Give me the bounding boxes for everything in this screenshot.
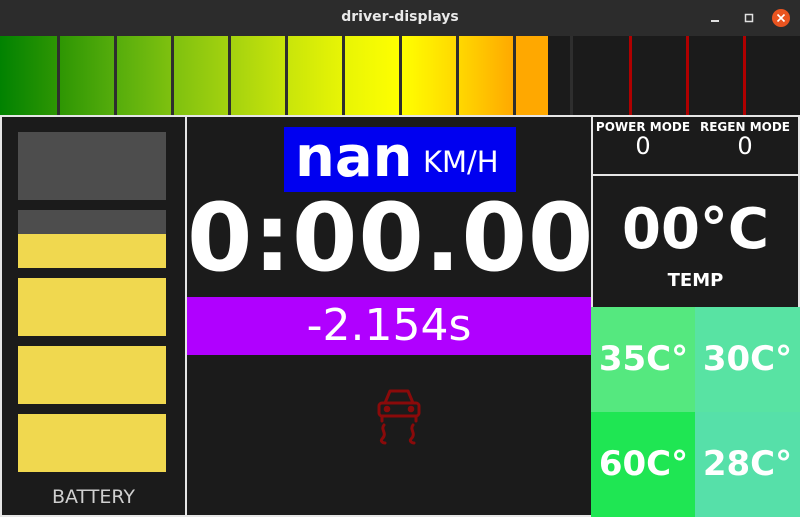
- rpm-redline-marker: [629, 36, 632, 115]
- rpm-shift-bar: [0, 36, 800, 115]
- rpm-segment: [60, 36, 115, 115]
- battery-cell: [18, 346, 166, 404]
- close-icon[interactable]: [772, 9, 790, 27]
- temp-label: TEMP: [667, 270, 724, 291]
- rpm-segment: [0, 36, 58, 115]
- minimize-icon[interactable]: [706, 9, 724, 27]
- rpm-redline-marker: [743, 36, 746, 115]
- power-mode: POWER MODE 0: [591, 120, 695, 158]
- battery-cell: [18, 278, 166, 336]
- title-bar: driver-displays: [0, 0, 800, 36]
- rpm-segment: [117, 36, 172, 115]
- rpm-segment: [516, 36, 548, 115]
- battery-label: BATTERY: [51, 486, 136, 508]
- temp-value: 00°C: [621, 197, 770, 262]
- battery-partial-cell-fill: [18, 234, 166, 268]
- rpm-divider: [570, 36, 573, 115]
- tire-temp-rear-left: 60C°: [591, 412, 696, 517]
- rpm-segment: [459, 36, 514, 115]
- battery-partial-cell-empty: [18, 210, 166, 234]
- speed-unit: KM/H: [423, 145, 499, 179]
- lap-delta: -2.154s: [187, 297, 591, 355]
- tire-temp-rear-right: 28C°: [695, 412, 800, 517]
- battery-empty-cell: [18, 132, 166, 200]
- lap-time: 0:00.00: [187, 184, 595, 293]
- regen-mode-value: 0: [737, 132, 753, 160]
- speed-value: nan: [295, 125, 413, 190]
- app-window: driver-displays BATTERY nan KM/H 0:00.00…: [0, 0, 800, 517]
- maximize-icon[interactable]: [740, 9, 758, 27]
- power-mode-value: 0: [635, 132, 651, 160]
- regen-mode: REGEN MODE 0: [693, 120, 797, 158]
- rpm-redline-marker: [686, 36, 689, 115]
- window-title: driver-displays: [341, 9, 459, 25]
- rpm-segment: [345, 36, 400, 115]
- battery-cell: [18, 414, 166, 472]
- rpm-segment: [231, 36, 286, 115]
- tire-temp-front-right: 30C°: [695, 307, 800, 412]
- speed-display: nan KM/H: [284, 125, 516, 192]
- rpm-segment: [402, 36, 457, 115]
- traction-control-icon: [376, 385, 422, 447]
- tire-temp-front-left: 35C°: [591, 307, 696, 412]
- rpm-segment: [174, 36, 229, 115]
- rpm-segment: [288, 36, 343, 115]
